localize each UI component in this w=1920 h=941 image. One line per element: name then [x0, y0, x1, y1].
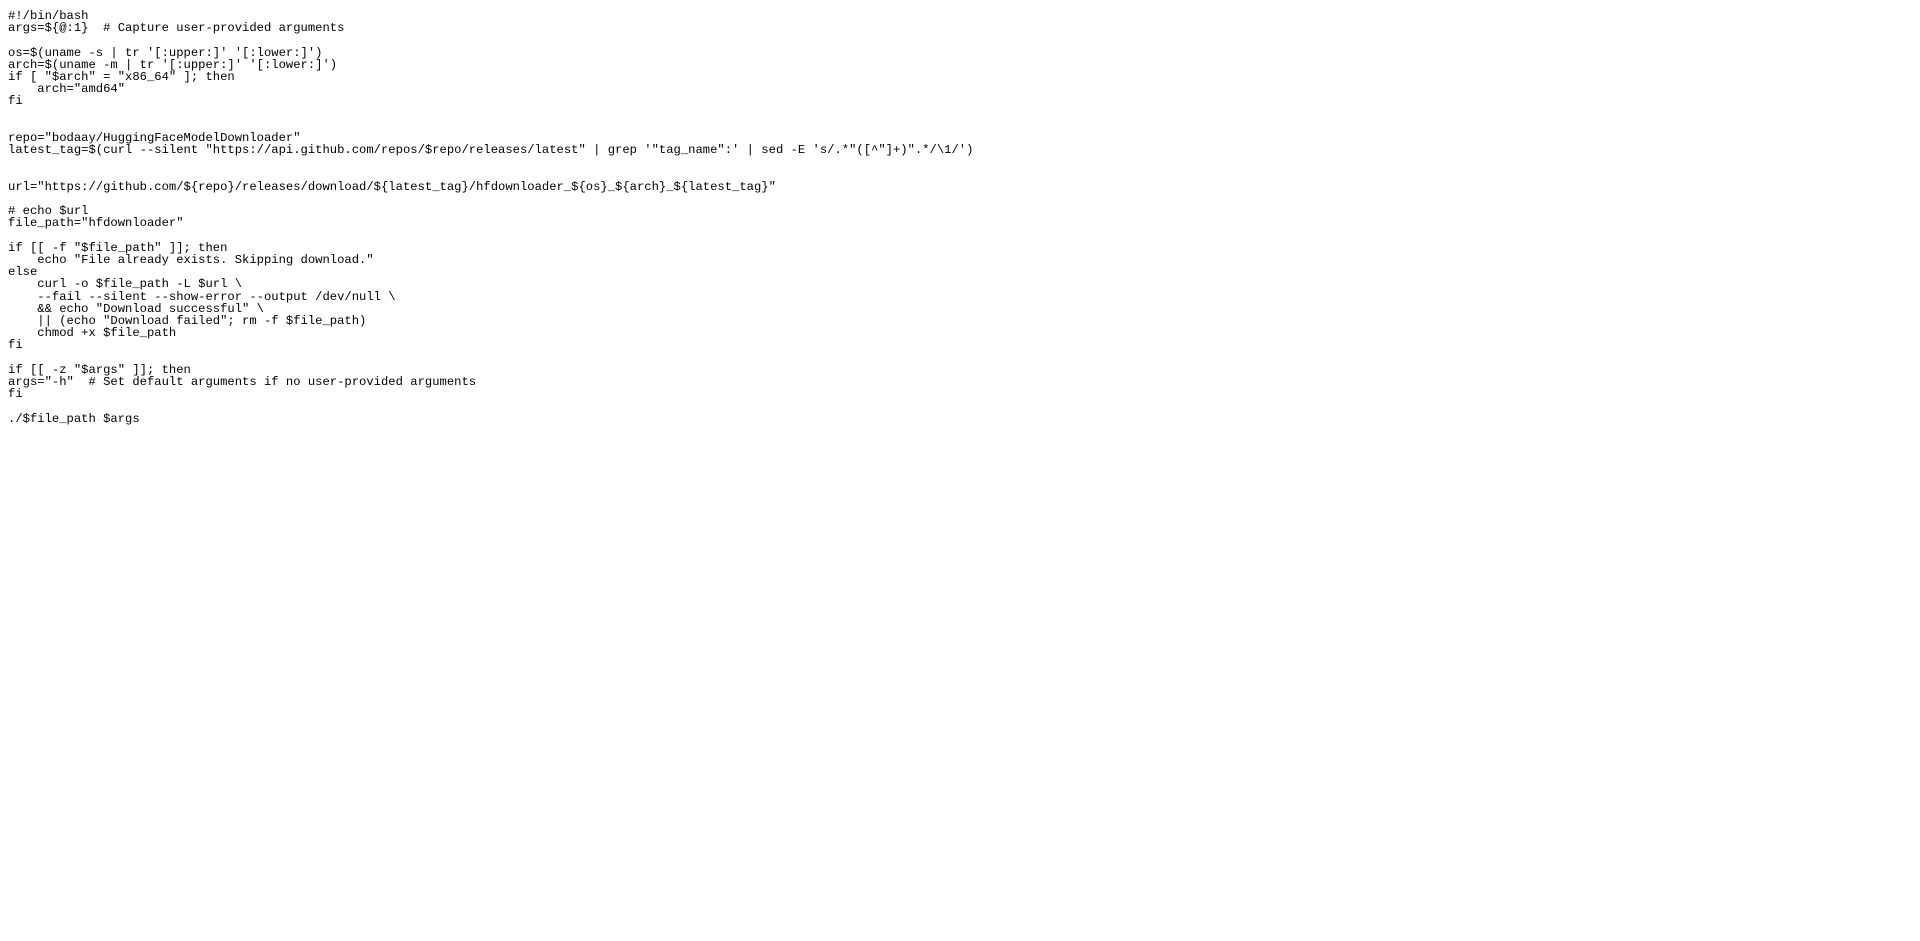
code-block: #!/bin/bash args=${@:1} # Capture user-p… [0, 0, 1920, 435]
